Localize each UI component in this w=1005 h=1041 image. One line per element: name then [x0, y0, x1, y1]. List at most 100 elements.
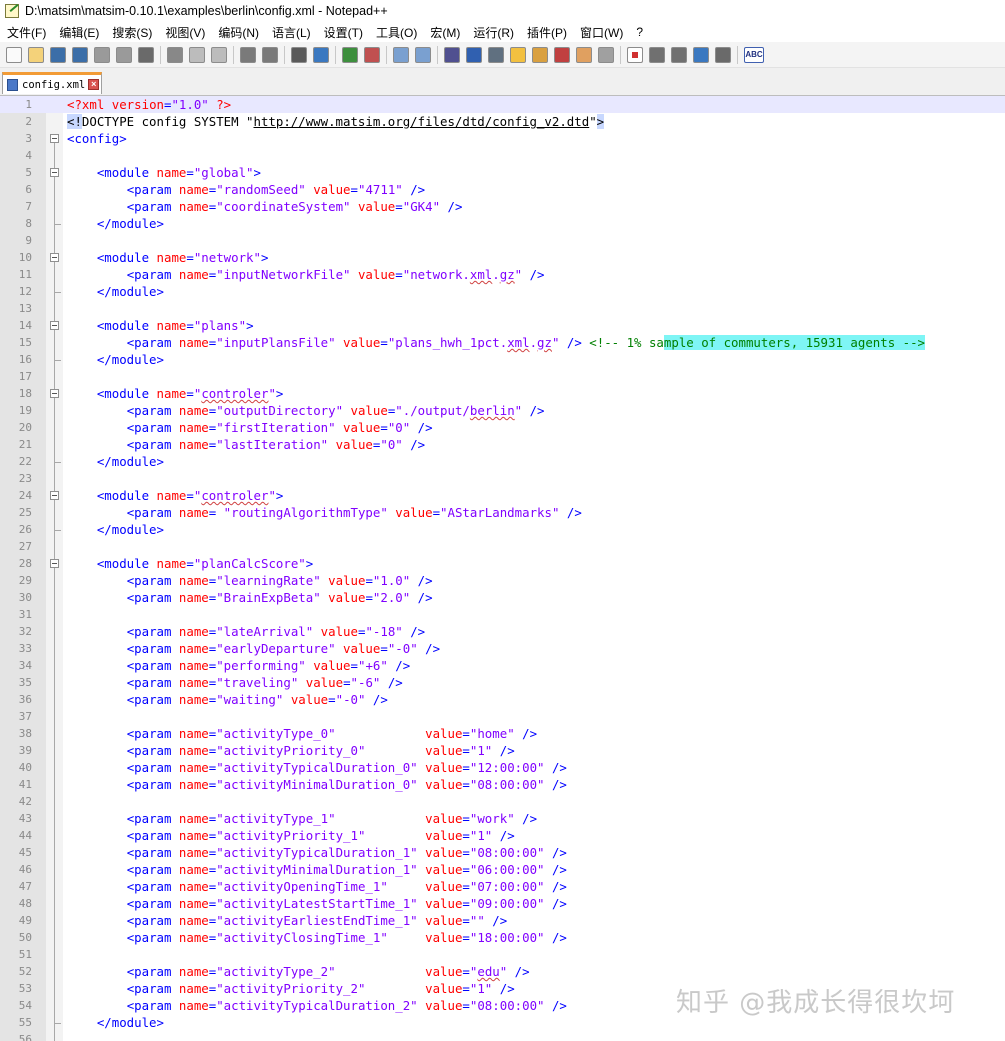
replace-icon[interactable] — [313, 46, 329, 63]
paste-icon[interactable] — [211, 46, 227, 63]
tab-config-xml[interactable]: config.xml × — [2, 72, 102, 94]
code-line[interactable]: 10 <module name="network"> — [0, 249, 1005, 266]
code-line[interactable]: 3 <config> — [0, 130, 1005, 147]
fold-toggle-icon[interactable] — [50, 321, 59, 330]
code-line[interactable]: 40 <param name = "activityTypicalDuration_… — [0, 759, 1005, 776]
code-line[interactable]: 19 <param name="outputDirectory" value="… — [0, 402, 1005, 419]
sync-vertical-icon[interactable] — [393, 46, 409, 63]
copy-icon[interactable] — [189, 46, 205, 63]
code-line[interactable]: 4 — [0, 147, 1005, 164]
code-line[interactable]: 27 — [0, 538, 1005, 555]
code-line[interactable]: 29 <param name="learningRate" value="1.0… — [0, 572, 1005, 589]
code-line[interactable]: 37 — [0, 708, 1005, 725]
fold-toggle-icon[interactable] — [50, 134, 59, 143]
indent-guide-icon[interactable] — [488, 46, 504, 63]
code-line[interactable]: 48 <param name = "activityLatestStartTime_… — [0, 895, 1005, 912]
code-line[interactable]: 51 — [0, 946, 1005, 963]
code-line[interactable]: 32 <param name="lateArrival" value="-18"… — [0, 623, 1005, 640]
code-line[interactable]: 15 <param name="inputPlansFile" value="p… — [0, 334, 1005, 351]
folder-icon[interactable] — [510, 46, 526, 63]
fold-toggle-icon[interactable] — [50, 559, 59, 568]
code-line[interactable]: 5 <module name="global"> — [0, 164, 1005, 181]
code-line[interactable]: 34 <param name="performing" value="+6" /… — [0, 657, 1005, 674]
code-line[interactable]: 6 <param name="randomSeed" value="4711" … — [0, 181, 1005, 198]
code-line[interactable]: 52 <param name="activityType_2" value="e… — [0, 963, 1005, 980]
code-line[interactable]: 50 <param name = "activityClosingTime_1" v… — [0, 929, 1005, 946]
open-file-icon[interactable] — [28, 46, 44, 63]
sync-horizontal-icon[interactable] — [415, 46, 431, 63]
close-icon[interactable] — [94, 46, 110, 63]
code-line[interactable]: 23 — [0, 470, 1005, 487]
menu-item-5[interactable]: 语言(L) — [265, 24, 317, 41]
code-line[interactable]: 45 <param name = "activityTypicalDuration_… — [0, 844, 1005, 861]
code-line[interactable]: 33 <param name="earlyDeparture" value="-… — [0, 640, 1005, 657]
code-line[interactable]: 28 <module name="planCalcScore"> — [0, 555, 1005, 572]
code-line[interactable]: 1 <?xml version="1.0" ?> — [0, 96, 1005, 113]
menu-item-12[interactable]: ? — [629, 25, 649, 39]
code-line[interactable]: 39 <param name = "activityPriority_0" valu… — [0, 742, 1005, 759]
code-line[interactable]: 56 — [0, 1031, 1005, 1041]
code-line[interactable]: 44 <param name = "activityPriority_1" valu… — [0, 827, 1005, 844]
run-macro-multiple-icon[interactable] — [693, 46, 709, 63]
code-line[interactable]: 42 — [0, 793, 1005, 810]
monitor-icon[interactable] — [598, 46, 614, 63]
code-line[interactable]: 9 — [0, 232, 1005, 249]
code-line[interactable]: 17 — [0, 368, 1005, 385]
code-line[interactable]: 22 </module> — [0, 453, 1005, 470]
code-line[interactable]: 11 <param name="inputNetworkFile" value=… — [0, 266, 1005, 283]
menu-item-9[interactable]: 运行(R) — [466, 24, 520, 41]
code-line[interactable]: 16 </module> — [0, 351, 1005, 368]
code-line[interactable]: 46 <param name = "activityMinimalDuration_… — [0, 861, 1005, 878]
fold-toggle-icon[interactable] — [50, 491, 59, 500]
doc-map-icon[interactable] — [532, 46, 548, 63]
menu-item-1[interactable]: 编辑(E) — [52, 24, 105, 41]
menu-item-8[interactable]: 宏(M) — [423, 24, 466, 41]
fold-toggle-icon[interactable] — [50, 168, 59, 177]
code-line[interactable]: 47 <param name = "activityOpeningTime_1" v… — [0, 878, 1005, 895]
code-line[interactable]: 35 <param name="traveling" value="-6" /> — [0, 674, 1005, 691]
code-line[interactable]: 49 <param name = "activityEarliestEndTime_… — [0, 912, 1005, 929]
zoom-in-icon[interactable] — [342, 46, 358, 63]
code-line[interactable]: 14 <module name="plans"> — [0, 317, 1005, 334]
function-list-icon[interactable] — [554, 46, 570, 63]
menu-item-10[interactable]: 插件(P) — [520, 24, 573, 41]
code-line[interactable]: 12 </module> — [0, 283, 1005, 300]
record-macro-icon[interactable] — [627, 46, 643, 63]
code-line[interactable]: 30 <param name="BrainExpBeta" value="2.0… — [0, 589, 1005, 606]
code-line[interactable]: 18 <module name="controler"> — [0, 385, 1005, 402]
code-line[interactable]: 2 <!DOCTYPE config SYSTEM "http://www.mat… — [0, 113, 1005, 130]
menu-item-3[interactable]: 视图(V) — [158, 24, 211, 41]
menu-item-7[interactable]: 工具(O) — [369, 24, 423, 41]
code-line[interactable]: 31 — [0, 606, 1005, 623]
code-line[interactable]: 20 <param name="firstIteration" value="0… — [0, 419, 1005, 436]
menu-item-0[interactable]: 文件(F) — [0, 24, 52, 41]
menu-item-4[interactable]: 编码(N) — [211, 24, 265, 41]
cut-icon[interactable] — [167, 46, 183, 63]
stop-macro-icon[interactable] — [649, 46, 665, 63]
tab-close-icon[interactable]: × — [88, 79, 100, 90]
code-line[interactable]: 7 <param name="coordinateSystem" value="… — [0, 198, 1005, 215]
save-all-icon[interactable] — [72, 46, 88, 63]
show-all-chars-icon[interactable] — [466, 46, 482, 63]
save-macro-icon[interactable] — [715, 46, 731, 63]
code-line[interactable]: 25 <param name= "routingAlgorithmType" v… — [0, 504, 1005, 521]
fold-toggle-icon[interactable] — [50, 253, 59, 262]
code-line[interactable]: 8 </module> — [0, 215, 1005, 232]
code-line[interactable]: 21 <param name="lastIteration" value="0"… — [0, 436, 1005, 453]
code-line[interactable]: 38 <param name="activityType_0" value="h… — [0, 725, 1005, 742]
code-line[interactable]: 43 <param name="activityType_1" value="w… — [0, 810, 1005, 827]
close-all-icon[interactable] — [116, 46, 132, 63]
menu-item-6[interactable]: 设置(T) — [317, 24, 369, 41]
undo-icon[interactable] — [240, 46, 256, 63]
code-line[interactable]: 26 </module> — [0, 521, 1005, 538]
code-line[interactable]: 36 <param name="waiting" value="-0" /> — [0, 691, 1005, 708]
folder-workspace-icon[interactable] — [576, 46, 592, 63]
zoom-out-icon[interactable] — [364, 46, 380, 63]
menu-item-11[interactable]: 窗口(W) — [573, 24, 629, 41]
play-macro-icon[interactable] — [671, 46, 687, 63]
redo-icon[interactable] — [262, 46, 278, 63]
new-file-icon[interactable] — [6, 46, 22, 63]
save-icon[interactable] — [50, 46, 66, 63]
fold-toggle-icon[interactable] — [50, 389, 59, 398]
word-wrap-icon[interactable] — [444, 46, 460, 63]
